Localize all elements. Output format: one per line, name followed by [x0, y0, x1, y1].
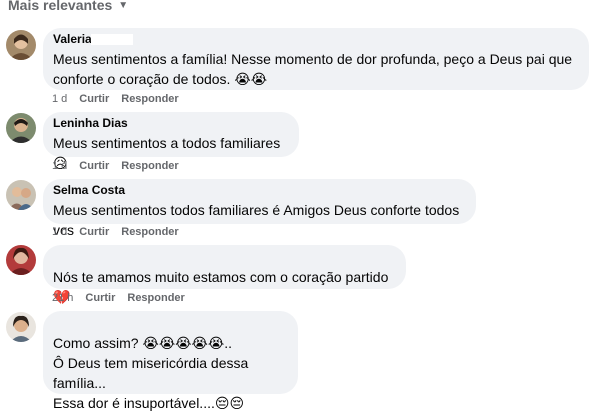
avatar[interactable]: [6, 180, 36, 210]
comment-author[interactable]: [53, 251, 394, 261]
comment-actions: 21 h Curtir Responder: [52, 292, 185, 304]
comment-bubble: Como assim? 😭😭😭😭😭.. Ô Deus tem misericór…: [43, 311, 298, 411]
like-button[interactable]: Curtir: [79, 160, 109, 172]
comment-text: Como assim? 😭😭😭😭😭.. Ô Deus tem misericór…: [53, 335, 249, 411]
comment-author[interactable]: Leninha Dias: [53, 118, 287, 129]
comment-actions: 1 d Curtir Responder: [52, 160, 179, 172]
comment-bubble: Leninha Dias Meus sentimentos a todos fa…: [43, 112, 299, 171]
comment-actions: 1 d Curtir Responder: [52, 226, 179, 238]
avatar[interactable]: [6, 30, 36, 60]
comment-author[interactable]: [53, 317, 286, 327]
reply-button[interactable]: Responder: [127, 292, 184, 304]
sort-dropdown[interactable]: Mais relevantes ▼: [8, 0, 128, 13]
reply-button[interactable]: Responder: [121, 160, 178, 172]
avatar[interactable]: [6, 113, 36, 143]
comment-bubble: Nós te amamos muito estamos com o coraçã…: [43, 245, 406, 305]
comment-bubble: Selma Costa Meus sentimentos todos famil…: [43, 179, 476, 238]
comment-bubble: Valeria Lana... Meus sentimentos a famíl…: [43, 28, 589, 90]
comment-time[interactable]: 1 d: [52, 160, 67, 172]
avatar[interactable]: [6, 312, 36, 342]
sort-label: Mais relevantes: [8, 0, 113, 13]
comment-time[interactable]: 1 d: [52, 93, 67, 105]
comment-time[interactable]: 1 d: [52, 226, 67, 238]
reply-button[interactable]: Responder: [121, 226, 178, 238]
comment-author[interactable]: Valeria Lana...: [53, 34, 577, 45]
like-button[interactable]: Curtir: [79, 226, 109, 238]
comment-time[interactable]: 21 h: [52, 292, 73, 304]
like-button[interactable]: Curtir: [79, 93, 109, 105]
like-button[interactable]: Curtir: [85, 292, 115, 304]
avatar[interactable]: [6, 245, 36, 275]
comment-author[interactable]: Selma Costa: [53, 185, 464, 196]
comment-text: Meus sentimentos a família! Nesse moment…: [53, 51, 573, 87]
comment-actions: 1 d Curtir Responder: [52, 93, 179, 105]
reply-button[interactable]: Responder: [121, 93, 178, 105]
chevron-down-icon: ▼: [118, 0, 129, 11]
